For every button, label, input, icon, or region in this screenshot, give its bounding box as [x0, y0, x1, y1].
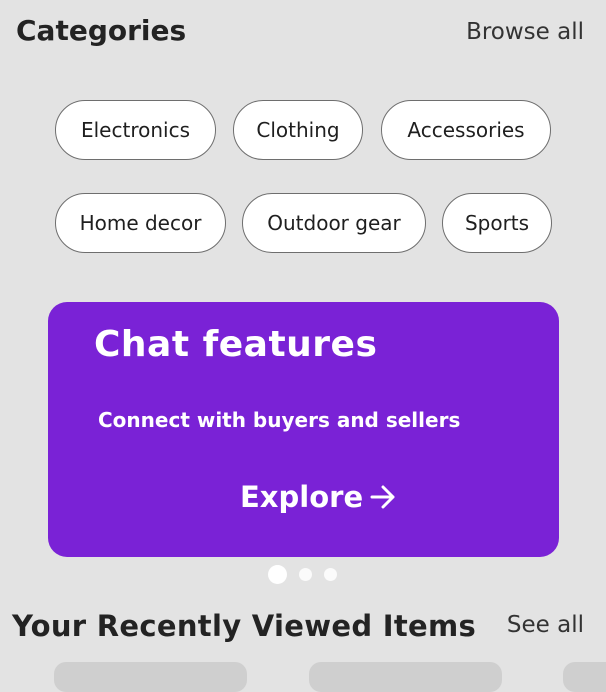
category-chip-home-decor[interactable]: Home decor	[55, 193, 226, 253]
see-all-link[interactable]: See all	[507, 612, 584, 638]
banner-title: Chat features	[94, 324, 378, 365]
recent-item-card[interactable]	[54, 662, 247, 692]
browse-all-link[interactable]: Browse all	[466, 19, 584, 45]
banner-subtitle: Connect with buyers and sellers	[98, 408, 461, 432]
recent-item-card[interactable]	[563, 662, 606, 692]
categories-title: Categories	[16, 14, 187, 47]
recent-item-card[interactable]	[309, 662, 502, 692]
pager-dot-2[interactable]	[299, 568, 312, 581]
explore-label: Explore	[240, 480, 364, 514]
chat-features-banner[interactable]: Chat features Connect with buyers and se…	[48, 302, 559, 557]
recently-viewed-title: Your Recently Viewed Items	[12, 609, 477, 643]
carousel-pager	[268, 565, 337, 584]
category-chip-outdoor-gear[interactable]: Outdoor gear	[242, 193, 426, 253]
explore-button[interactable]: Explore	[240, 480, 397, 514]
category-chip-clothing[interactable]: Clothing	[233, 100, 363, 160]
arrow-right-icon	[369, 484, 397, 510]
category-chip-accessories[interactable]: Accessories	[381, 100, 551, 160]
pager-dot-1[interactable]	[268, 565, 287, 584]
pager-dot-3[interactable]	[324, 568, 337, 581]
category-chip-electronics[interactable]: Electronics	[55, 100, 216, 160]
category-chip-sports[interactable]: Sports	[442, 193, 552, 253]
